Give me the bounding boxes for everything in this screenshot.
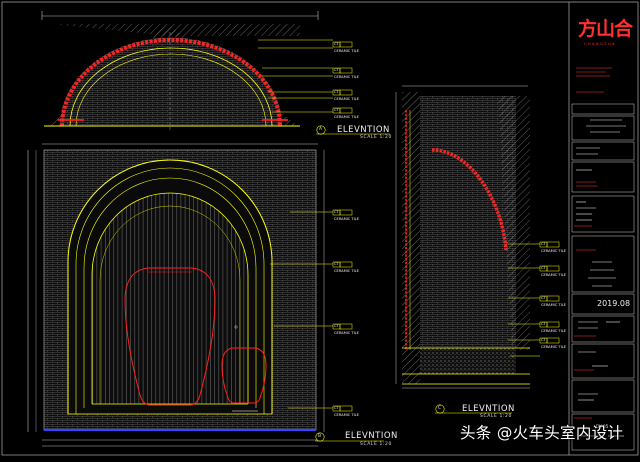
tag-code: CT xyxy=(334,406,339,410)
tag-note: CERAMIC TILE xyxy=(334,331,359,335)
tag-note: CERAMIC TILE xyxy=(541,273,566,277)
tag-code: CT xyxy=(541,242,546,246)
view-b-scale: SCALE 1:20 xyxy=(360,442,392,447)
tag-code: CT xyxy=(334,324,339,328)
view-c-title: ELEVNTION xyxy=(462,404,515,414)
tag-note: CERAMIC TILE xyxy=(334,217,359,221)
cad-drawing-sheet: 方山合 CHANGSHA ELEVNTION SCALE 1:20 A ELEV… xyxy=(0,0,640,458)
view-c-scale: SCALE 1:20 xyxy=(480,414,512,419)
drawing-date: 2019.08 xyxy=(597,299,631,308)
tag-code: CT xyxy=(541,266,546,270)
tag-note: CERAMIC TILE xyxy=(334,97,359,101)
tag-code: CT xyxy=(334,90,339,94)
tag-code: CT xyxy=(334,42,339,46)
tag-note: CERAMIC TILE xyxy=(334,115,359,119)
view-a-title: ELEVNTION xyxy=(337,125,390,135)
tag-note: CERAMIC TILE xyxy=(334,269,359,273)
tag-code: CT xyxy=(334,68,339,72)
brand-logo: 方山合 xyxy=(578,18,633,40)
tag-note: CERAMIC TILE xyxy=(541,345,566,349)
tag-note: CERAMIC TILE xyxy=(334,75,359,79)
tag-code: CT xyxy=(541,296,546,300)
tag-note: CERAMIC TILE xyxy=(541,303,566,307)
tag-note: CERAMIC TILE xyxy=(334,413,359,417)
tag-note: CERAMIC TILE xyxy=(541,249,566,253)
view-b-id: B xyxy=(318,434,322,439)
tag-code: CT xyxy=(334,262,339,266)
title-block xyxy=(571,67,635,451)
view-b-title: ELEVNTION xyxy=(345,431,398,441)
tag-note: CERAMIC TILE xyxy=(541,329,566,333)
tag-note: CERAMIC TILE xyxy=(334,49,359,53)
brand-subtitle: CHANGSHA xyxy=(584,42,617,46)
view-a-scale: SCALE 1:20 xyxy=(360,135,392,140)
tag-code: CT xyxy=(541,338,546,342)
view-a-id: A xyxy=(319,127,323,132)
tag-code: CT xyxy=(541,322,546,326)
cad-drawing-canvas xyxy=(1,1,639,456)
view-c-id: C xyxy=(438,406,442,411)
tag-code: CT xyxy=(334,210,339,214)
side-section-view xyxy=(395,85,560,389)
arch-section-view xyxy=(41,11,353,130)
watermark: 头条 @火车头室内设计 xyxy=(460,424,624,442)
tag-code: CT xyxy=(334,108,339,112)
front-elevation-view xyxy=(27,143,353,447)
